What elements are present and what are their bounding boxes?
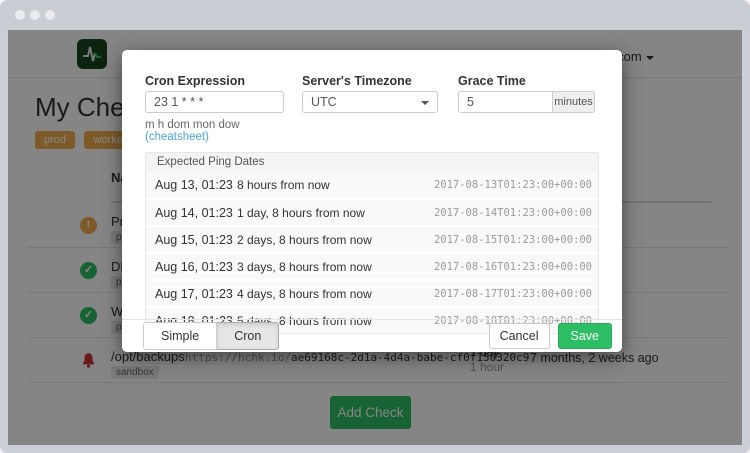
ping-iso: 2017-08-17T01:23:00+00:00 <box>434 288 592 300</box>
save-button[interactable]: Save <box>558 323 613 349</box>
cron-mode-button[interactable]: Cron <box>217 322 279 350</box>
ping-date-row: Aug 15, 01:23 2 days, 8 hours from now 2… <box>146 225 598 252</box>
cron-expression-group: Cron Expression m h dom mon dow (cheatsh… <box>145 74 284 143</box>
ping-date: Aug 13, 01:23 <box>155 178 237 192</box>
cancel-button[interactable]: Cancel <box>489 323 550 349</box>
ping-relative: 1 day, 8 hours from now <box>237 206 434 220</box>
ping-date: Aug 15, 01:23 <box>155 233 237 247</box>
ping-date-row: Aug 16, 01:23 3 days, 8 hours from now 2… <box>146 252 598 279</box>
ping-relative: 8 hours from now <box>237 178 434 192</box>
ping-iso: 2017-08-14T01:23:00+00:00 <box>434 207 592 219</box>
window-titlebar <box>0 0 750 30</box>
ping-date: Aug 17, 01:23 <box>155 287 237 301</box>
ping-iso: 2017-08-16T01:23:00+00:00 <box>434 261 592 273</box>
window-dot-icon[interactable] <box>15 10 25 20</box>
cheatsheet-link[interactable]: (cheatsheet) <box>145 131 209 143</box>
grace-input-group: minutes <box>458 91 595 113</box>
ping-date-row: Aug 14, 01:23 1 day, 8 hours from now 20… <box>146 198 598 225</box>
cron-expression-label: Cron Expression <box>145 74 284 87</box>
cron-helper-hint: m h dom mon dow <box>145 119 240 131</box>
ping-iso: 2017-08-13T01:23:00+00:00 <box>434 179 592 191</box>
ping-iso: 2017-08-15T01:23:00+00:00 <box>434 234 592 246</box>
cron-helper-text: m h dom mon dow (cheatsheet) <box>145 119 284 143</box>
grace-unit-addon: minutes <box>553 91 595 113</box>
cron-schedule-modal: Cron Expression m h dom mon dow (cheatsh… <box>122 50 622 352</box>
modal-footer: Simple Cron Cancel Save <box>122 319 622 352</box>
timezone-label: Server's Timezone <box>302 74 438 87</box>
window-dot-icon[interactable] <box>30 10 40 20</box>
expected-ping-dates-panel: Expected Ping Dates Aug 13, 01:23 8 hour… <box>145 152 599 334</box>
grace-time-group: Grace Time minutes <box>458 74 595 143</box>
timezone-selected-value: UTC <box>311 95 337 109</box>
window-dot-icon[interactable] <box>45 10 55 20</box>
ping-date-row: Aug 13, 01:23 8 hours from now 2017-08-1… <box>146 171 598 198</box>
browser-window: user@gmail.com My Checks prod worker Nam… <box>0 0 750 453</box>
grace-time-label: Grace Time <box>458 74 595 87</box>
modal-body: Cron Expression m h dom mon dow (cheatsh… <box>122 50 622 334</box>
ping-relative: 4 days, 8 hours from now <box>237 287 434 301</box>
grace-time-input[interactable] <box>458 91 553 113</box>
ping-date: Aug 14, 01:23 <box>155 206 237 220</box>
ping-relative: 3 days, 8 hours from now <box>237 260 434 274</box>
ping-date: Aug 16, 01:23 <box>155 260 237 274</box>
caret-down-icon <box>421 101 429 105</box>
timezone-group: Server's Timezone UTC <box>302 74 438 143</box>
panel-title: Expected Ping Dates <box>146 153 598 171</box>
cron-expression-input[interactable] <box>145 91 284 113</box>
schedule-fields: Cron Expression m h dom mon dow (cheatsh… <box>145 74 599 143</box>
timezone-select[interactable]: UTC <box>302 91 438 113</box>
ping-date-row: Aug 17, 01:23 4 days, 8 hours from now 2… <box>146 279 598 306</box>
ping-relative: 2 days, 8 hours from now <box>237 233 434 247</box>
simple-mode-button[interactable]: Simple <box>143 322 217 350</box>
